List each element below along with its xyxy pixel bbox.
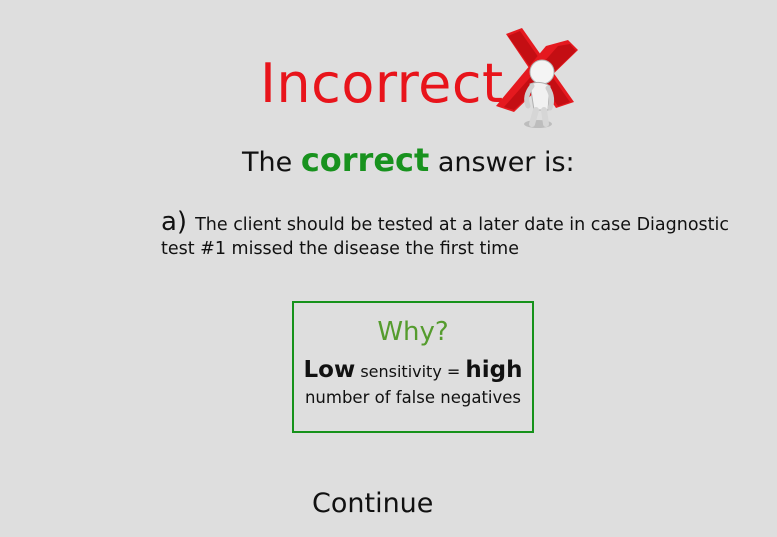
answer-text: The client should be tested at a later d… [161, 215, 730, 259]
incorrect-title: Incorrect [260, 52, 504, 115]
continue-button[interactable]: Continue [312, 484, 433, 524]
person-with-red-x-icon [496, 28, 578, 128]
word-low: Low [303, 357, 356, 383]
correct-answer-option: a) The client should be tested at a later… [161, 207, 731, 261]
equals-sign: = [446, 362, 461, 381]
heading-suffix: answer is: [437, 147, 575, 178]
heading-correct-word: correct [300, 141, 430, 179]
correct-answer-heading: The correct answer is: [242, 138, 575, 185]
why-title: Why? [377, 317, 449, 347]
answer-letter: a) [161, 207, 188, 237]
word-sensitivity: sensitivity [360, 362, 442, 381]
word-high: high [465, 357, 523, 383]
why-explanation-line2: number of false negatives [304, 388, 522, 407]
why-explanation-box: Why? Low sensitivity = high number of fa… [292, 301, 534, 433]
heading-prefix: The [242, 147, 293, 178]
why-explanation-line1: Low sensitivity = high [294, 357, 532, 385]
